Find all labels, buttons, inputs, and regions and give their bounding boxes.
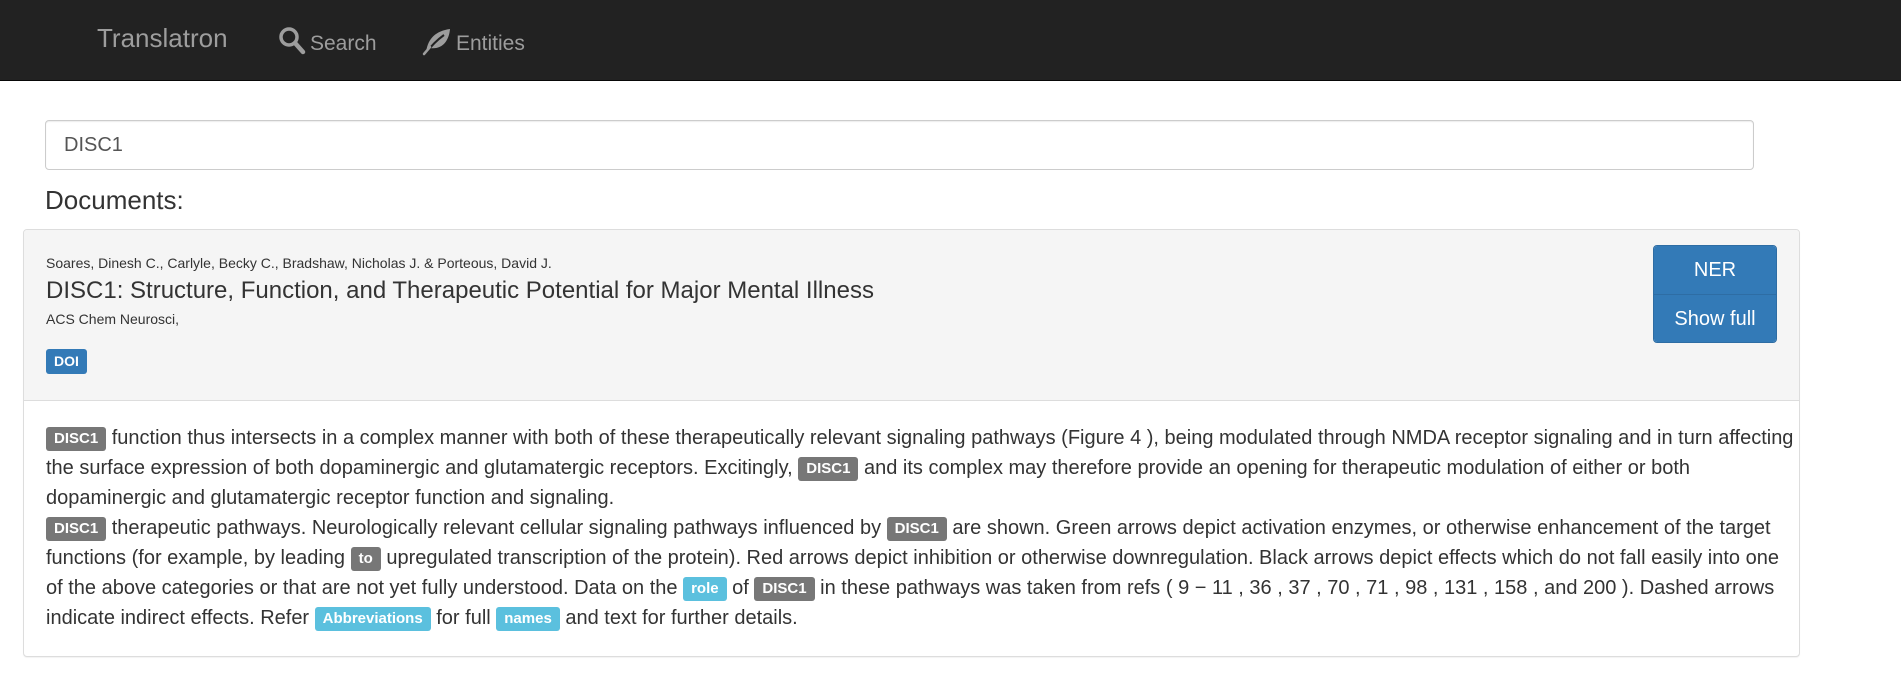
paragraph-text: for full	[430, 607, 497, 629]
show-full-button[interactable]: Show full	[1654, 294, 1776, 342]
entity-tag[interactable]: DISC1	[754, 577, 815, 601]
document-paragraph: DISC1 function thus intersects in a comp…	[46, 423, 1801, 513]
search-input[interactable]	[45, 120, 1754, 170]
entity-tag[interactable]: DISC1	[798, 457, 859, 481]
document-paragraph: DISC1 therapeutic pathways. Neurological…	[46, 513, 1801, 633]
entity-tag[interactable]: names	[496, 607, 560, 631]
document-journal: ACS Chem Neurosci,	[46, 311, 180, 327]
paragraph-text: of	[726, 577, 755, 599]
nav-search-link[interactable]: Search	[278, 22, 377, 56]
entity-tag[interactable]: to	[350, 547, 381, 571]
doi-badge[interactable]: DOI	[46, 349, 87, 374]
document-authors: Soares, Dinesh C., Carlyle, Becky C., Br…	[46, 255, 552, 271]
nav-entities-label: Entities	[456, 32, 525, 55]
nav-search-label: Search	[310, 32, 377, 55]
document-panel: Soares, Dinesh C., Carlyle, Becky C., Br…	[23, 229, 1800, 657]
document-body: DISC1 function thus intersects in a comp…	[46, 423, 1801, 633]
paragraph-text: and text for further details.	[559, 607, 798, 629]
entity-tag[interactable]: DISC1	[46, 517, 107, 541]
entity-tag[interactable]: DISC1	[46, 427, 107, 451]
entity-tag[interactable]: role	[683, 577, 727, 601]
document-actions: NER Show full	[1653, 245, 1777, 343]
paragraph-text: therapeutic pathways. Neurologically rel…	[106, 517, 887, 539]
brand-link[interactable]: Translatron	[97, 23, 228, 53]
search-icon	[279, 27, 306, 55]
nav-entities-link[interactable]: Entities	[422, 22, 525, 56]
documents-heading: Documents:	[45, 185, 184, 215]
document-title: DISC1: Structure, Function, and Therapeu…	[46, 277, 874, 304]
leaf-icon	[422, 29, 450, 56]
document-panel-heading: Soares, Dinesh C., Carlyle, Becky C., Br…	[24, 230, 1799, 401]
entity-tag[interactable]: DISC1	[886, 517, 947, 541]
ner-button[interactable]: NER	[1654, 246, 1776, 294]
navbar: Translatron Search Entities	[0, 0, 1901, 81]
entity-tag[interactable]: Abbreviations	[314, 607, 431, 631]
